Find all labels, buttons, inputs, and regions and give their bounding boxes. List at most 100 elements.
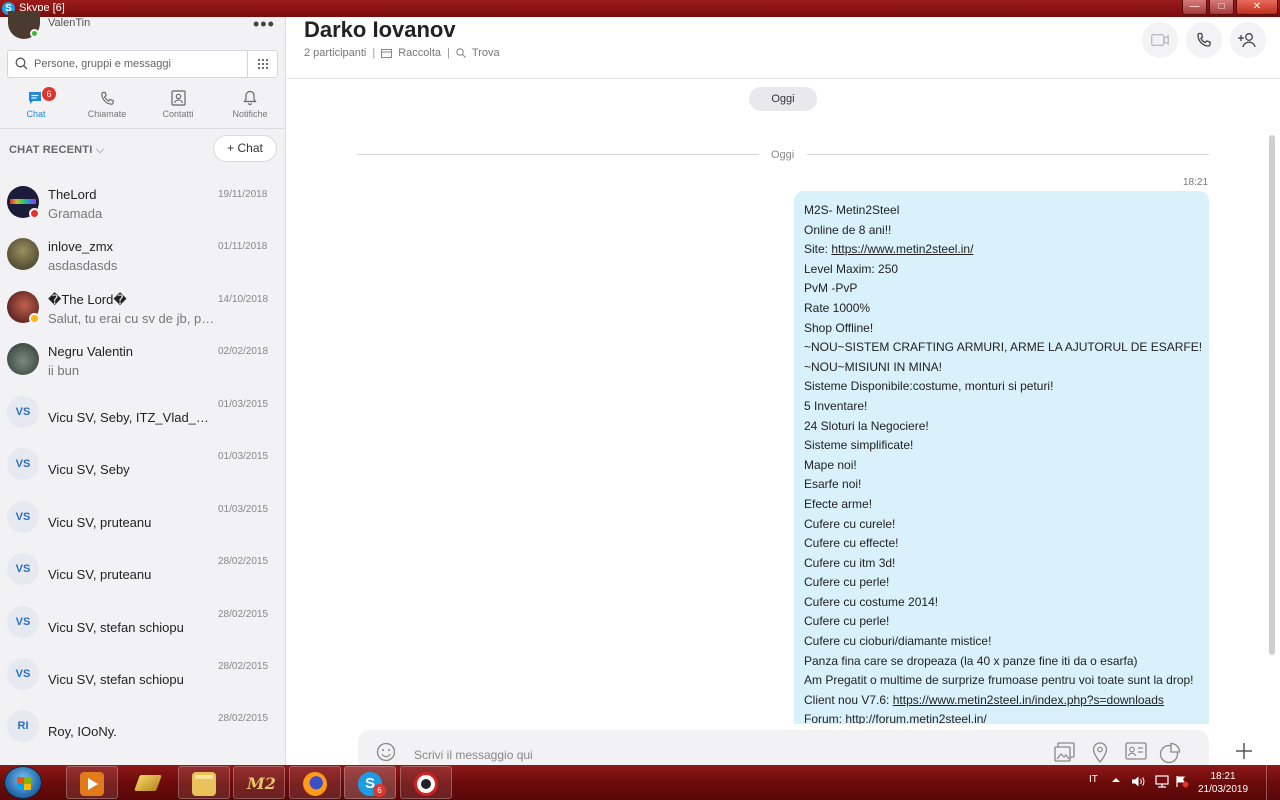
clock-date: 21/03/2019 (1198, 784, 1249, 795)
date-separator-line (807, 154, 1209, 155)
folder-icon (192, 772, 216, 796)
profile-name[interactable]: ValenTin (48, 17, 90, 29)
message-line: Client nou V7.6: https://www.metin2steel… (804, 691, 1199, 711)
location-pin-icon[interactable] (1092, 742, 1108, 764)
close-button[interactable]: ✕ (1236, 0, 1278, 15)
add-people-button[interactable] (1230, 22, 1266, 58)
chat-list-item[interactable]: inlove_zmx asdasdasds 01/11/2018 (0, 231, 286, 283)
taskbar-app-firefox[interactable] (289, 766, 341, 799)
taskbar-app-skype[interactable]: S 6 (344, 766, 396, 799)
search-box[interactable]: Persone, gruppi e messaggi (7, 50, 278, 78)
new-chat-button[interactable]: + Chat (213, 135, 277, 162)
chat-list-item[interactable]: VS Vicu SV, Seby 01/03/2015 (0, 441, 286, 493)
conversation-meta: 2 participanti | Raccolta | Trova (304, 47, 500, 59)
network-icon[interactable] (1155, 775, 1169, 788)
gallery-icon (381, 48, 393, 58)
scrollbar[interactable] (1269, 135, 1275, 655)
action-center-flag-icon[interactable] (1175, 775, 1189, 788)
chat-date: 28/02/2015 (218, 713, 269, 724)
date-separator-label: Oggi (771, 149, 795, 161)
chat-date: 28/02/2015 (218, 556, 269, 567)
chat-name: inlove_zmx (48, 239, 114, 254)
volume-icon[interactable] (1131, 775, 1145, 788)
tab-chat-label: Chat (26, 109, 46, 119)
show-desktop-button[interactable] (1266, 765, 1280, 800)
message-line: Cufere cu effecte! (804, 536, 899, 551)
taskbar-app-metin2[interactable]: M2 (233, 766, 285, 799)
taskbar-app-shortcut[interactable] (122, 766, 174, 799)
message-line: Mape noi! (804, 457, 857, 472)
video-call-button[interactable] (1142, 22, 1178, 58)
chat-name: �The Lord� (48, 292, 127, 307)
online-status-icon (30, 29, 39, 38)
message-line: Cufere cu cioburi/diamante mistice! (804, 634, 992, 649)
language-indicator[interactable]: IT (1089, 774, 1098, 800)
message-line: Esarfe noi! (804, 477, 862, 492)
dialpad-button[interactable] (247, 51, 277, 77)
message-line: Site: https://www.metin2steel.in/ (804, 240, 1199, 260)
chat-list-item[interactable]: Negru Valentin ii bun 02/02/2018 (0, 336, 286, 388)
more-options-button[interactable]: ••• (253, 14, 275, 35)
avatar (7, 238, 39, 270)
message-bubble[interactable]: M2S- Metin2Steel Online de 8 ani!! Site:… (794, 191, 1209, 724)
tab-chat[interactable]: 6 Chat (1, 87, 71, 119)
tab-calls[interactable]: Chiamate (72, 87, 142, 119)
chevron-up-icon[interactable] (1111, 775, 1121, 785)
contact-card-icon[interactable] (1125, 742, 1147, 760)
chat-list-item[interactable]: VS Vicu SV, Seby, ITZ_Vlad_G... 01/03/20… (0, 389, 286, 441)
message-line: PvM -PvP (804, 281, 858, 296)
avatar: RI (7, 710, 39, 742)
poll-icon[interactable] (1159, 742, 1181, 764)
gallery-link[interactable]: Raccolta (398, 47, 441, 59)
chat-name: Vicu SV, pruteanu (48, 515, 152, 530)
audio-call-button[interactable] (1186, 22, 1222, 58)
maximize-button[interactable]: □ (1209, 0, 1234, 15)
message-line: Online de 8 ani!! (804, 222, 892, 237)
chat-list-item[interactable]: �The Lord� Salut, tu erai cu sv de jb, p… (0, 284, 286, 336)
minimize-button[interactable]: — (1182, 0, 1207, 15)
taskbar-app-media-player[interactable] (66, 766, 118, 799)
chat-list-item[interactable]: VS Vicu SV, stefan schiopu 28/02/2015 (0, 651, 286, 703)
message-line: 24 Sloturi la Negociere! (804, 418, 929, 433)
avatar: VS (7, 606, 39, 638)
message-line: Cufere cu itm 3d! (804, 555, 896, 570)
tab-notifications[interactable]: Notifiche (215, 87, 285, 119)
message-line: Efecte arme! (804, 496, 873, 511)
recent-chats-label: CHAT RECENTI (9, 144, 93, 156)
image-icon[interactable] (1054, 742, 1076, 762)
recent-chats-header[interactable]: CHAT RECENTI ⌵ (9, 144, 104, 157)
message-line: Am Pregatit o multime de surprize frumoa… (804, 673, 1194, 688)
tab-contacts[interactable]: Contatti (143, 87, 213, 119)
contacts-icon (170, 90, 186, 106)
search-input[interactable]: Persone, gruppi e messaggi (34, 58, 171, 70)
message-text: Client nou V7.6: (804, 692, 893, 707)
chat-unread-badge: 6 (42, 87, 56, 101)
chat-list-item[interactable]: VS Vicu SV, pruteanu 01/03/2015 (0, 494, 286, 546)
conversation-title[interactable]: Darko Iovanov (304, 17, 456, 43)
download-link[interactable]: https://www.metin2steel.in/index.php?s=d… (893, 693, 1164, 707)
busy-status-icon (29, 208, 40, 219)
chat-list-item[interactable]: TheLord Gramada 19/11/2018 (0, 179, 286, 231)
chat-list-item[interactable]: RI Roy, IOoNy. 28/02/2015 (0, 703, 286, 755)
tab-contacts-label: Contatti (162, 109, 194, 119)
find-link[interactable]: Trova (472, 47, 500, 59)
message-composer[interactable]: Scrivi il messaggio qui (358, 730, 1209, 765)
taskbar-app-file-explorer[interactable] (178, 766, 230, 799)
conversation-pane: Darko Iovanov 2 participanti | Raccolta … (287, 17, 1280, 765)
day-pill[interactable]: Oggi (749, 87, 817, 111)
site-link[interactable]: https://www.metin2steel.in/ (831, 242, 973, 256)
participants-link[interactable]: 2 participanti (304, 47, 366, 59)
start-button[interactable] (4, 766, 42, 799)
search-icon (15, 57, 28, 70)
chat-list-item[interactable]: VS Vicu SV, pruteanu 28/02/2015 (0, 546, 286, 598)
emoji-icon[interactable] (376, 742, 396, 762)
system-clock[interactable]: 18:21 21/03/2019 (1198, 770, 1248, 800)
chat-name: Vicu SV, pruteanu (48, 567, 152, 582)
more-tools-icon[interactable] (1235, 742, 1253, 760)
chat-date: 01/11/2018 (218, 241, 268, 252)
avatar: VS (7, 553, 39, 585)
message-input[interactable]: Scrivi il messaggio qui (414, 748, 533, 762)
chat-list-item[interactable]: VS Vicu SV, stefan schiopu 28/02/2015 (0, 599, 286, 651)
record-icon (414, 772, 438, 796)
taskbar-app-recorder[interactable] (400, 766, 452, 799)
